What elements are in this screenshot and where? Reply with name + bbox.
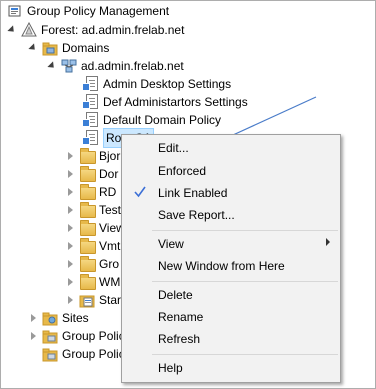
menu-item-edit[interactable]: Edit... (122, 137, 340, 159)
ou-folder-icon (79, 184, 96, 200)
ou-item[interactable]: RD (65, 183, 116, 201)
forest-icon (21, 21, 37, 38)
menu-item-label: Save Report... (158, 208, 235, 222)
ou-folder-icon (79, 274, 96, 290)
menu-separator (152, 230, 338, 231)
ou-label: Vmt (99, 239, 121, 253)
gpo-link-item[interactable]: Admin Desktop Settings (82, 75, 232, 93)
menu-item-help[interactable]: Help (122, 357, 340, 379)
tree-domains[interactable]: Domains (28, 39, 109, 57)
menu-item-label: View (158, 237, 184, 251)
expand-gp-modeling-icon[interactable] (28, 331, 38, 341)
gp-results-label: Group Polic (62, 347, 125, 361)
expand-ou-icon[interactable] (65, 241, 75, 251)
menu-item-label: Enforced (158, 164, 207, 178)
gpo-link-icon (82, 94, 99, 110)
ou-folder-icon (79, 202, 96, 218)
ou-folder-icon (79, 148, 96, 164)
forest-label: Forest: ad.admin.frelab.net (41, 23, 185, 37)
ou-folder-icon (79, 166, 96, 182)
ou-label: Dor (99, 167, 119, 181)
ou-item[interactable]: View (65, 219, 125, 237)
menu-item-rename[interactable]: Rename (122, 306, 340, 328)
sites-icon (42, 310, 58, 326)
sites-label: Sites (62, 311, 89, 325)
gp-modeling-icon (42, 328, 58, 344)
menu-item-view[interactable]: View (122, 233, 340, 255)
menu-item-label: Link Enabled (158, 186, 228, 200)
expand-ou-icon[interactable] (65, 169, 75, 179)
expand-domains-icon[interactable] (28, 43, 38, 53)
group-policy-management-icon (7, 3, 23, 19)
ou-item[interactable]: Test (65, 201, 121, 219)
expand-ou-icon[interactable] (65, 151, 75, 161)
ou-label: Star (99, 293, 122, 307)
tree-forest[interactable]: Forest: ad.admin.frelab.net (7, 21, 184, 39)
tree-sites[interactable]: Sites (28, 309, 89, 327)
menu-item-enforced[interactable]: Enforced (122, 160, 340, 182)
ou-folder-icon (79, 256, 96, 272)
domain-label: ad.admin.frelab.net (81, 59, 184, 73)
gpmc-window: Group Policy Management Forest: ad.admin… (0, 0, 376, 389)
ou-label: RD (99, 185, 117, 199)
ou-item[interactable]: Star (65, 291, 121, 309)
gpo-link-icon (82, 130, 99, 146)
context-menu: Edit... Enforced Link Enabled Save Repor… (121, 134, 341, 383)
starter-gpos-icon (79, 292, 95, 308)
gp-modeling-label: Group Polic (62, 329, 125, 343)
ou-folder-icon (79, 220, 96, 236)
ou-label: WM (99, 275, 121, 289)
menu-item-label: Rename (158, 310, 204, 324)
menu-item-label: Refresh (158, 332, 201, 346)
gpo-link-icon (82, 76, 99, 92)
expand-ou-icon[interactable] (65, 223, 75, 233)
expand-ou-icon[interactable] (65, 205, 75, 215)
menu-item-save-report[interactable]: Save Report... (122, 204, 340, 226)
ou-item[interactable]: WM (65, 273, 120, 291)
tree-domain[interactable]: ad.admin.frelab.net (47, 57, 184, 75)
ou-item[interactable]: Vmt (65, 237, 120, 255)
ou-folder-icon (79, 238, 96, 254)
menu-item-label: Help (158, 361, 183, 375)
gp-results-icon (42, 346, 58, 362)
tree-root[interactable]: Group Policy Management (7, 2, 169, 20)
menu-item-delete[interactable]: Delete (122, 284, 340, 306)
tree-gp-modeling[interactable]: Group Polic (28, 327, 125, 345)
gpo-link-label: Admin Desktop Settings (103, 77, 232, 91)
menu-item-label: Delete (158, 288, 193, 302)
submenu-arrow-icon (326, 238, 330, 246)
domain-icon (61, 58, 77, 74)
expand-ou-icon[interactable] (65, 187, 75, 197)
menu-item-new-window[interactable]: New Window from Here (122, 255, 340, 277)
gpo-link-icon (82, 112, 99, 128)
menu-separator (152, 354, 338, 355)
ou-label: Gro (99, 257, 120, 271)
ou-label: Bjor (99, 149, 121, 163)
tree-gp-results[interactable]: Group Polic (42, 345, 125, 363)
domains-label: Domains (62, 41, 110, 55)
expand-forest-icon[interactable] (7, 25, 17, 35)
menu-separator (152, 281, 338, 282)
menu-item-link-enabled[interactable]: Link Enabled (122, 182, 340, 204)
expand-sites-icon[interactable] (28, 313, 38, 323)
menu-item-refresh[interactable]: Refresh (122, 328, 340, 350)
menu-item-label: New Window from Here (158, 259, 285, 273)
expand-domain-icon[interactable] (47, 61, 57, 71)
menu-item-label: Edit... (158, 141, 189, 155)
tree-root-label: Group Policy Management (27, 4, 170, 18)
checkmark-icon (134, 186, 146, 198)
expand-ou-icon[interactable] (65, 259, 75, 269)
expand-ou-icon[interactable] (65, 277, 75, 287)
ou-label: Test (99, 203, 122, 217)
ou-item[interactable]: Bjor (65, 147, 120, 165)
ou-item[interactable]: Gro (65, 255, 119, 273)
expand-ou-icon[interactable] (65, 295, 75, 305)
domains-folder-icon (42, 40, 58, 56)
ou-item[interactable]: Dor (65, 165, 118, 183)
